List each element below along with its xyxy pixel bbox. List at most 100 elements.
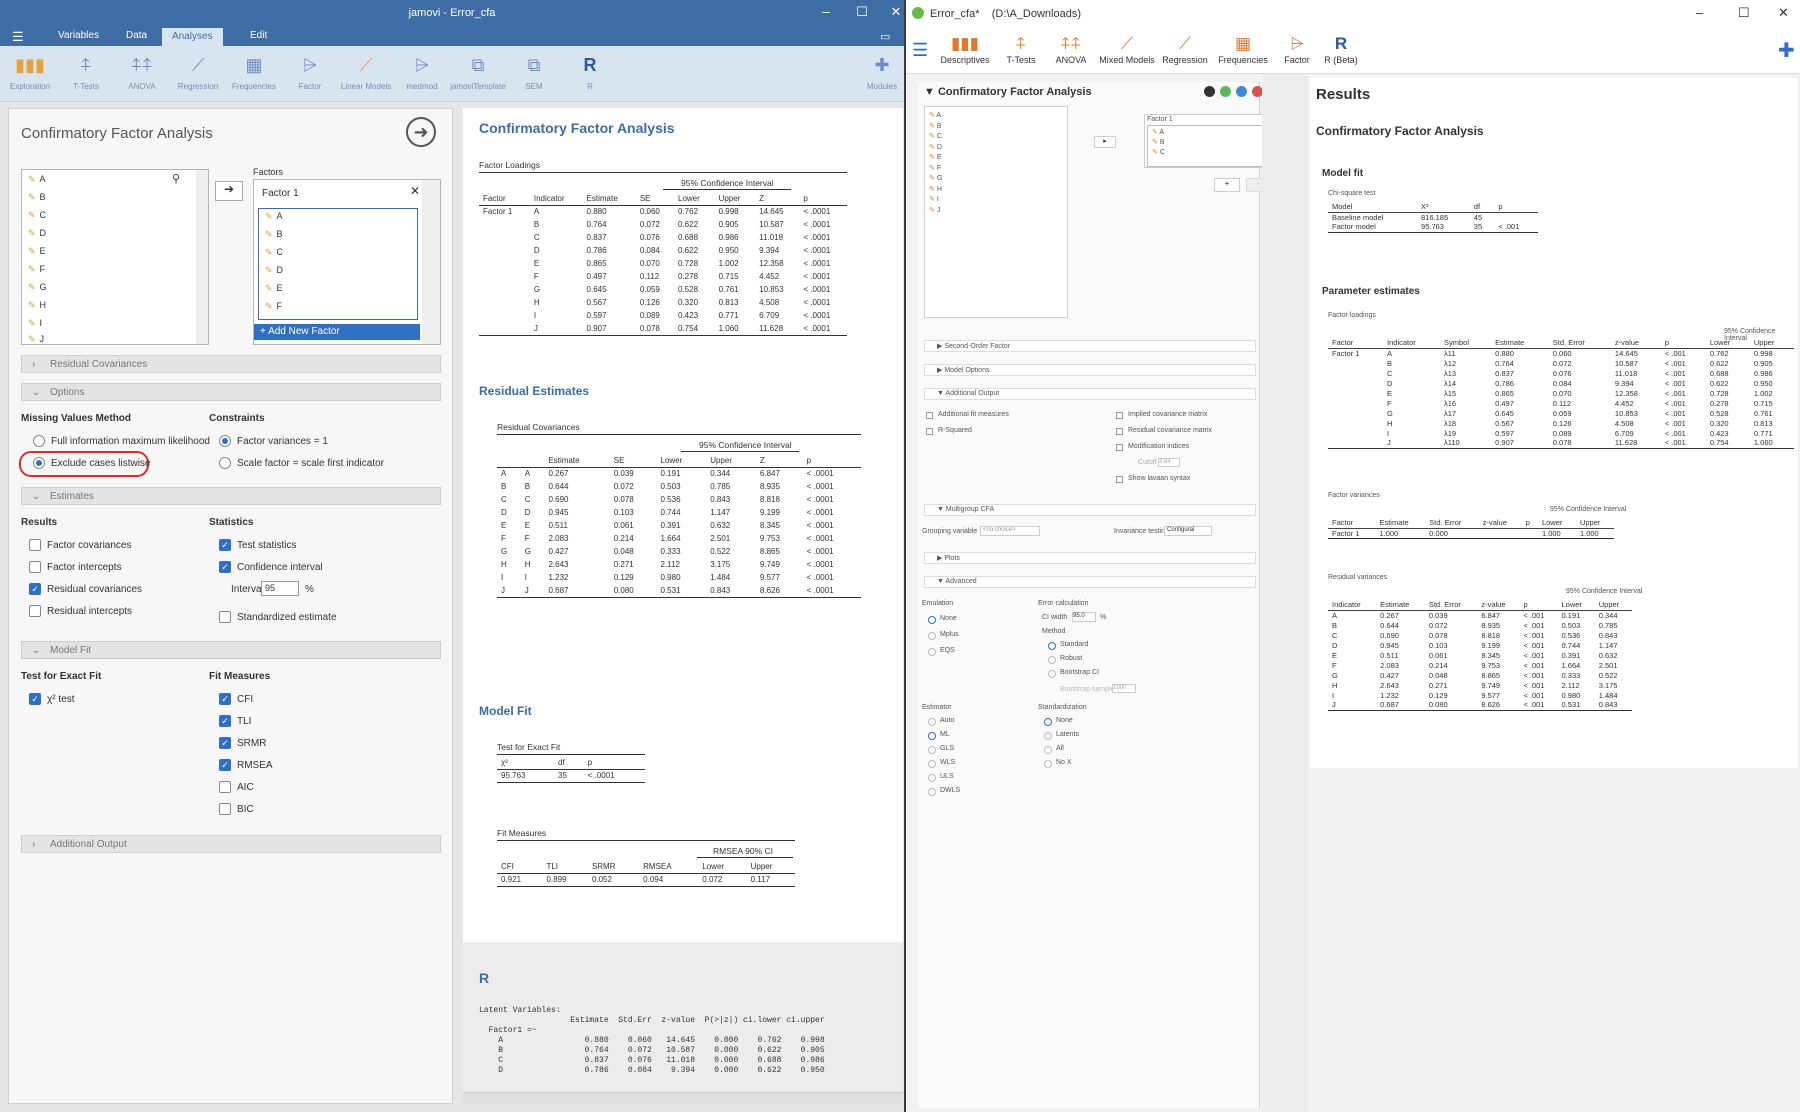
checkbox-residual-covariances[interactable]: ✓ xyxy=(29,583,41,595)
section-additional-output[interactable]: › Additional Output xyxy=(21,835,441,853)
tab-edit[interactable]: Edit xyxy=(240,30,277,46)
list-item[interactable]: ✎ A xyxy=(28,174,46,185)
radio-standardization[interactable] xyxy=(1044,746,1052,754)
radio-estimator[interactable] xyxy=(928,732,936,740)
list-item[interactable]: ✎ D xyxy=(265,265,283,276)
ciwidth-input[interactable]: 95.0 xyxy=(1072,612,1096,622)
section-second-order[interactable]: ▶ Second-Order Factor xyxy=(924,340,1256,352)
checkbox-confidence-interval[interactable]: ✓ xyxy=(219,561,231,573)
list-item[interactable]: ✎ D xyxy=(28,228,46,239)
minimize-icon[interactable]: – xyxy=(1696,5,1703,20)
checkbox[interactable] xyxy=(926,412,933,419)
list-item[interactable]: ✎ I xyxy=(929,195,939,203)
radio-standardization[interactable] xyxy=(1044,718,1052,726)
close-icon[interactable]: ✕ xyxy=(410,184,420,198)
radio-estimator[interactable] xyxy=(928,774,936,782)
checkbox[interactable] xyxy=(1116,412,1123,419)
tab-variables[interactable]: Variables xyxy=(48,30,109,46)
checkbox-cfi[interactable]: ✓ xyxy=(219,693,231,705)
ribbon-r[interactable]: RR xyxy=(562,54,618,91)
list-item[interactable]: ✎ H xyxy=(28,300,46,311)
invariance-dropdown[interactable]: Configural xyxy=(1164,526,1212,536)
radio-method[interactable] xyxy=(1048,670,1056,678)
checkbox-test-statistics[interactable]: ✓ xyxy=(219,539,231,551)
radio-factor-variances[interactable] xyxy=(219,435,231,447)
radio-fiml[interactable] xyxy=(33,435,45,447)
close-icon[interactable]: ✕ xyxy=(1778,5,1789,21)
list-item[interactable]: ✎ B xyxy=(1152,138,1165,146)
ribbon-jamovitemplate[interactable]: ⧉ jamoviTemplate xyxy=(450,54,506,91)
move-right-arrow-icon[interactable]: ▸ xyxy=(1094,136,1116,148)
ribbon-frequencies[interactable]: ▦ Frequencies xyxy=(226,54,282,91)
list-item[interactable]: ✎ A xyxy=(1152,128,1164,136)
ribbon-exploration[interactable]: ▮▮▮ Exploration xyxy=(2,54,58,91)
hamburger-icon[interactable]: ☰ xyxy=(12,29,24,45)
variables-list[interactable]: ✎ A ✎ B ✎ C ✎ D ✎ E ✎ F ✎ G ✎ H ✎ I ✎ J xyxy=(924,106,1068,318)
ribbon-descriptives[interactable]: ▮▮▮ Descriptives xyxy=(934,33,996,65)
ribbon-ttests[interactable]: ⍏ T-Tests xyxy=(58,54,114,91)
radio-estimator[interactable] xyxy=(928,718,936,726)
ribbon-sem[interactable]: ⧉ SEM xyxy=(506,54,562,91)
checkbox-aic[interactable] xyxy=(219,781,231,793)
radio-standardization[interactable] xyxy=(1044,732,1052,740)
plus-icon[interactable]: ✚ xyxy=(1778,38,1795,63)
list-item[interactable]: ✎ B xyxy=(929,122,942,130)
cutoff-input[interactable]: 3.84 xyxy=(1158,458,1180,467)
scrollbar[interactable] xyxy=(196,170,208,344)
radio-listwise[interactable] xyxy=(33,457,45,469)
ribbon-linear-models[interactable]: ⟋ Linear Models xyxy=(338,54,394,91)
tab-analyses[interactable]: Analyses xyxy=(162,28,223,46)
section-multigroup[interactable]: ▼ Multigroup CFA xyxy=(924,504,1256,516)
list-item[interactable]: ✎ C xyxy=(265,247,283,258)
maximize-icon[interactable]: ☐ xyxy=(852,4,872,20)
list-item[interactable]: ✎ C xyxy=(929,132,942,140)
radio-estimator[interactable] xyxy=(928,746,936,754)
info-icon[interactable] xyxy=(1236,86,1247,97)
list-item[interactable]: ✎ B xyxy=(265,229,283,240)
horizontal-scrollbar[interactable] xyxy=(463,1092,903,1104)
list-item[interactable]: ✎ F xyxy=(929,164,941,172)
radio-method[interactable] xyxy=(1048,656,1056,664)
radio-emulation[interactable] xyxy=(928,648,936,656)
checkbox-standardized[interactable] xyxy=(219,611,231,623)
grouping-dropdown[interactable]: <no choice> xyxy=(980,526,1040,536)
list-item[interactable]: ✎ F xyxy=(28,264,45,275)
ribbon-modules[interactable]: ✚ Modules xyxy=(860,54,904,91)
close-icon[interactable]: ✕ xyxy=(886,4,904,20)
radio-standardization[interactable] xyxy=(1044,760,1052,768)
list-item[interactable]: ✎ E xyxy=(28,246,46,257)
list-item[interactable]: ✎ D xyxy=(929,143,942,151)
section-options[interactable]: ⌄ Options xyxy=(21,383,441,401)
tab-data[interactable]: Data xyxy=(116,30,157,46)
scrollbar[interactable] xyxy=(422,180,440,344)
interval-input[interactable]: 95 xyxy=(261,581,299,596)
checkbox-factor-covariances[interactable] xyxy=(29,539,41,551)
radio-emulation[interactable] xyxy=(928,616,936,624)
section-model-options[interactable]: ▶ Model Options xyxy=(924,364,1256,376)
list-item[interactable]: ✎ G xyxy=(929,174,942,182)
factor-items-list[interactable]: ✎ A ✎ B ✎ C ✎ D ✎ E ✎ F xyxy=(258,208,418,320)
add-factor-button[interactable]: + xyxy=(1214,178,1240,192)
ribbon-regression[interactable]: ⟋ Regression xyxy=(1154,33,1216,65)
checkbox-factor-intercepts[interactable] xyxy=(29,561,41,573)
list-item[interactable]: ✎ E xyxy=(265,283,283,294)
section-plots[interactable]: ▶ Plots xyxy=(924,552,1256,564)
edit-icon[interactable] xyxy=(1204,86,1215,97)
ribbon-factor[interactable]: ⩥ Factor xyxy=(282,54,338,91)
list-item[interactable]: ✎ F xyxy=(265,301,282,312)
ribbon-frequencies[interactable]: ▦ Frequencies xyxy=(1212,33,1274,65)
list-item[interactable]: ✎ J xyxy=(929,206,940,214)
search-icon[interactable]: ⚲ xyxy=(172,172,180,185)
splitter[interactable] xyxy=(1262,74,1308,1112)
checkbox[interactable] xyxy=(1116,444,1123,451)
move-right-arrow-icon[interactable]: ➔ xyxy=(215,181,243,201)
hamburger-icon[interactable]: ☰ xyxy=(912,40,928,61)
section-advanced[interactable]: ▼ Advanced xyxy=(924,576,1256,588)
list-item[interactable]: ✎ E xyxy=(929,153,942,161)
bootstrap-input[interactable]: 1000 xyxy=(1112,684,1136,693)
list-item[interactable]: ✎ A xyxy=(265,211,283,222)
ribbon-regression[interactable]: ⟋ Regression xyxy=(170,54,226,91)
checkbox[interactable] xyxy=(1116,476,1123,483)
ribbon-anova[interactable]: ⍏⍏ ANOVA xyxy=(114,54,170,91)
radio-emulation[interactable] xyxy=(928,632,936,640)
